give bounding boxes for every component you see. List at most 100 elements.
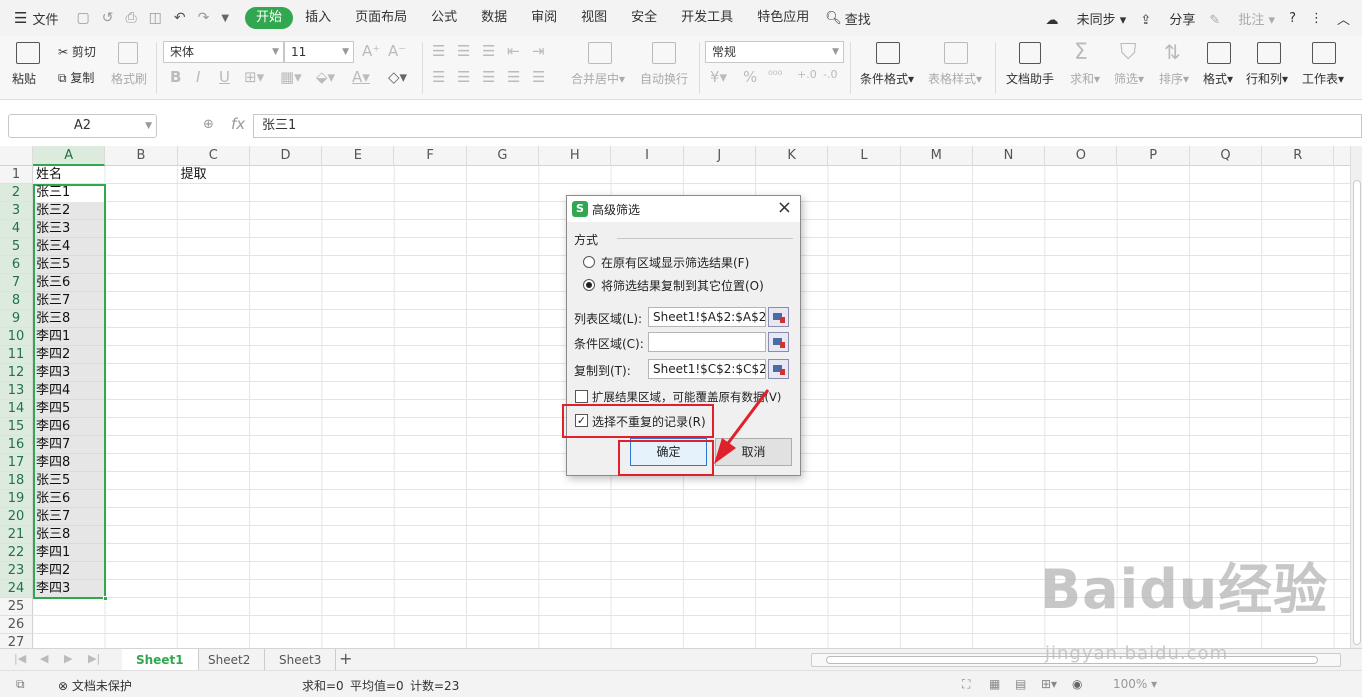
zoom-level[interactable]: 100% ▾ [1113,677,1157,691]
copy-button[interactable]: ⧉ 复制 [58,69,94,86]
row-header-3[interactable]: 3 [0,202,33,220]
decrease-font-icon[interactable]: A⁻ [388,42,406,60]
tab-1[interactable]: 插入 [293,7,343,29]
criteria-range-picker-icon[interactable] [768,332,789,352]
row-header-25[interactable]: 25 [0,598,33,616]
protect-status[interactable]: ⊗ 文档未保护 [58,677,132,694]
tab-3[interactable]: 公式 [419,7,469,29]
normal-view-icon[interactable]: ▦ [989,677,1000,691]
first-sheet-icon[interactable]: |◀ [14,652,26,665]
row-col-button[interactable]: 行和列▾ [1246,70,1288,87]
tab-8[interactable]: 开发工具 [669,7,745,29]
column-header-m[interactable]: M [901,146,973,166]
share-button[interactable]: ⇪ 分享 [1140,9,1195,28]
cell-a17[interactable]: 李四8 [33,454,70,472]
filter-icon[interactable]: ⛉ [1120,40,1137,65]
cell-a3[interactable]: 张三2 [33,202,70,220]
column-header-f[interactable]: F [395,146,467,166]
tab-2[interactable]: 页面布局 [343,7,419,29]
list-range-input[interactable]: Sheet1!$A$2:$A$24 [648,307,766,327]
column-header-j[interactable]: J [684,146,756,166]
doc-helper-button[interactable]: 文档助手 [1006,70,1054,87]
close-icon[interactable]: × [777,197,792,218]
row-header-21[interactable]: 21 [0,526,33,544]
radio-in-place-label[interactable]: 在原有区域显示筛选结果(F) [601,254,749,271]
font-color-icon[interactable]: A▾ [352,68,370,86]
increase-decimal-icon[interactable]: +.0 [797,68,817,81]
cell-a16[interactable]: 李四7 [33,436,70,454]
cell-a9[interactable]: 张三8 [33,310,70,328]
formula-input[interactable]: 张三1 [253,114,1362,138]
sheet-tab-1[interactable]: Sheet1 [122,649,199,671]
row-header-18[interactable]: 18 [0,472,33,490]
name-box[interactable]: A2 ▼ [8,114,157,138]
vertical-scrollbar-thumb[interactable] [1353,180,1361,645]
row-col-icon[interactable] [1257,42,1281,64]
file-menu[interactable]: ☰ 文件 [14,9,58,28]
increase-font-icon[interactable]: A⁺ [362,42,380,60]
format-button[interactable]: 格式▾ [1203,70,1233,87]
cell-a7[interactable]: 张三6 [33,274,70,292]
row-header-5[interactable]: 5 [0,238,33,256]
comment-button[interactable]: ✎ 批注 ▾ [1209,9,1275,28]
tab-7[interactable]: 安全 [619,7,669,29]
wrap-text-button[interactable]: 自动换行 [640,70,688,87]
clear-icon[interactable]: ◇▾ [388,68,407,86]
thousands-icon[interactable]: ⁰⁰⁰ [768,68,782,82]
row-header-20[interactable]: 20 [0,508,33,526]
align-middle-icon[interactable]: ☰ [457,42,470,60]
align-bottom-icon[interactable]: ☰ [482,42,495,60]
save-icon[interactable]: ▢ [76,10,89,26]
row-header-27[interactable]: 27 [0,634,33,648]
merge-center-icon[interactable] [588,42,612,64]
column-header-i[interactable]: I [611,146,684,166]
undo-history-icon[interactable]: ↺ [102,10,114,26]
page-break-icon[interactable]: ▤ [1015,677,1026,691]
row-header-17[interactable]: 17 [0,454,33,472]
row-header-15[interactable]: 15 [0,418,33,436]
row-header-14[interactable]: 14 [0,400,33,418]
add-sheet-icon[interactable]: + [339,649,352,668]
column-header-b[interactable]: B [105,146,178,166]
sheet-tab-3[interactable]: Sheet3 [265,649,337,671]
border-icon[interactable]: ⊞▾ [244,68,264,86]
row-header-7[interactable]: 7 [0,274,33,292]
cell-a6[interactable]: 张三5 [33,256,70,274]
row-header-26[interactable]: 26 [0,616,33,634]
cell-a4[interactable]: 张三3 [33,220,70,238]
cell-a11[interactable]: 李四2 [33,346,70,364]
table-style-icon[interactable] [944,42,968,64]
fill-handle[interactable] [103,596,108,601]
reading-mode-icon[interactable]: ⛶ [962,677,970,692]
fill-color-icon[interactable]: ⬙▾ [316,68,335,86]
row-header-11[interactable]: 11 [0,346,33,364]
column-header-o[interactable]: O [1045,146,1118,166]
merge-center-button[interactable]: 合并居中▾ [571,70,625,87]
column-header-n[interactable]: N [973,146,1046,166]
cell-a12[interactable]: 李四3 [33,364,70,382]
align-center-icon[interactable]: ☰ [457,68,470,86]
row-header-4[interactable]: 4 [0,220,33,238]
cell-a5[interactable]: 张三4 [33,238,70,256]
print-preview-icon[interactable]: ◫ [149,10,162,26]
italic-icon[interactable]: I [196,68,200,86]
align-top-icon[interactable]: ☰ [432,42,445,60]
sort-button[interactable]: 排序▾ [1159,70,1189,87]
format-painter-icon[interactable] [118,42,138,64]
radio-in-place[interactable] [583,256,595,268]
cloud-sync-button[interactable]: ☁ 未同步 ▾ [1045,9,1126,28]
cell-a23[interactable]: 李四2 [33,562,70,580]
sheet-tab-2[interactable]: Sheet2 [194,649,266,671]
worksheet-icon[interactable] [1312,42,1336,64]
tab-0[interactable]: 开始 [245,7,294,29]
list-range-picker-icon[interactable] [768,307,789,327]
more-icon[interactable]: ⋮ [1310,11,1323,26]
shading-icon[interactable]: ▦▾ [280,68,302,86]
sum-button[interactable]: 求和▾ [1070,70,1100,87]
cell-a19[interactable]: 张三6 [33,490,70,508]
column-header-g[interactable]: G [467,146,540,166]
row-header-6[interactable]: 6 [0,256,33,274]
zoom-icon[interactable]: ⊕ [203,117,214,132]
cell-c1[interactable]: 提取 [178,166,207,184]
conditional-format-button[interactable]: 条件格式▾ [860,70,914,87]
